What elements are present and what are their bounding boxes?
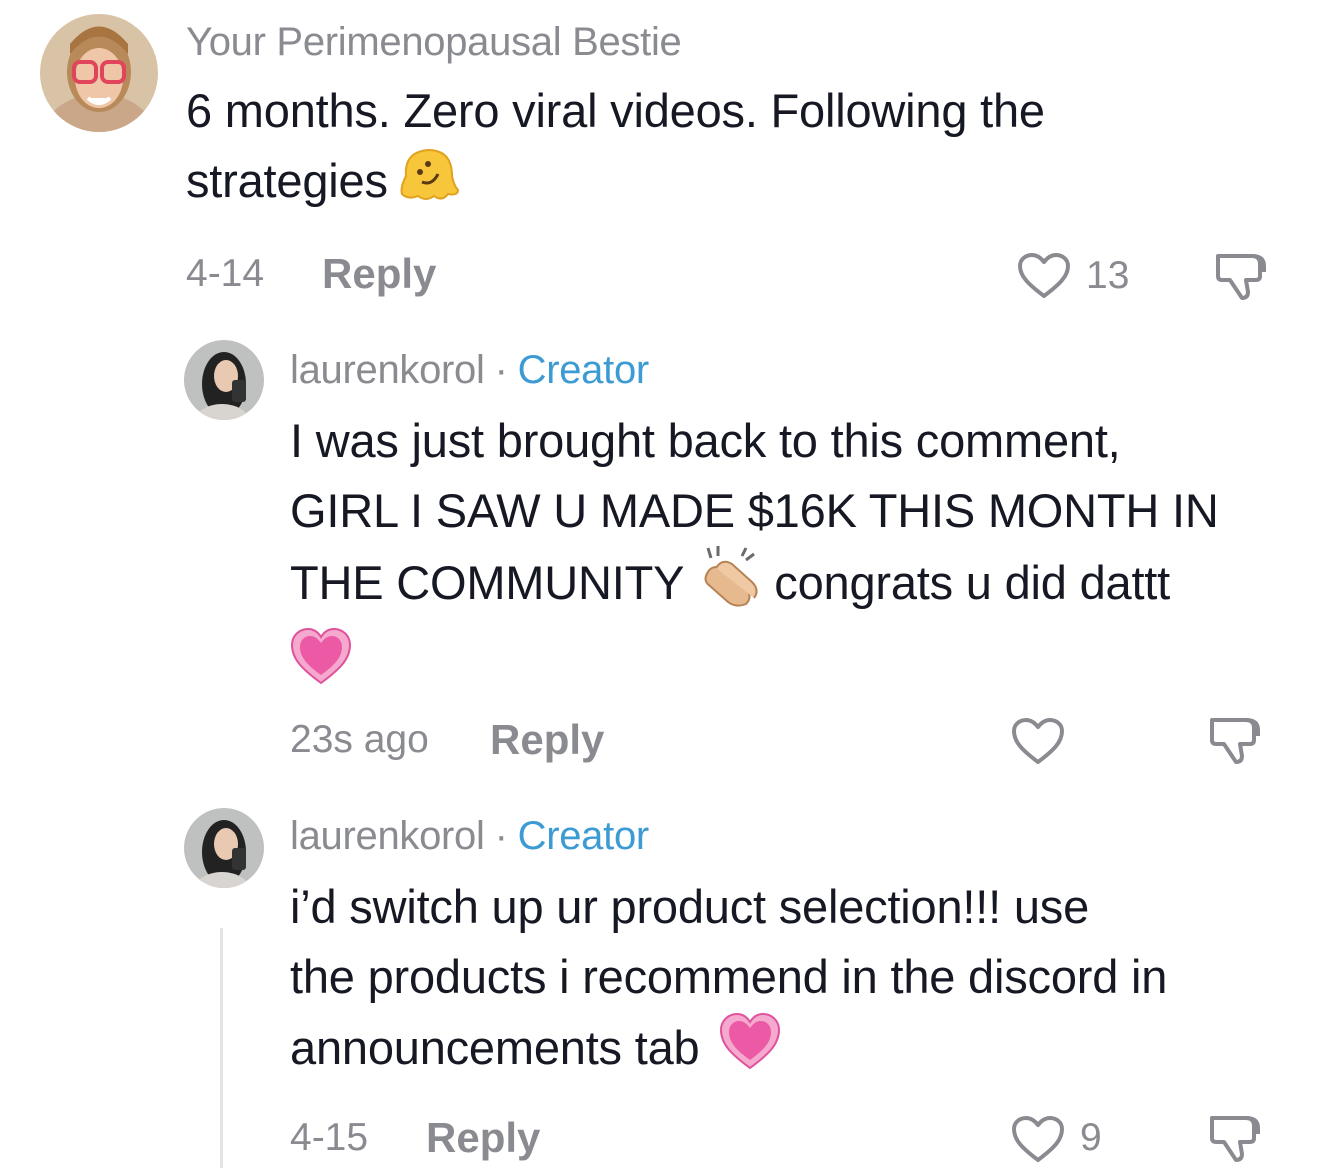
comment-date: 4-14 xyxy=(186,252,265,295)
comment-line: strategies xyxy=(186,154,388,207)
comment-date: 23s ago xyxy=(290,718,429,761)
comment-line: GIRL I SAW U MADE $16K THIS MONTH IN xyxy=(290,484,1219,537)
comment-author[interactable]: laurenkorol · Creator xyxy=(290,814,649,859)
creator-badge: Creator xyxy=(517,814,650,858)
comment-author[interactable]: laurenkorol · Creator xyxy=(290,348,649,393)
username-label[interactable]: Your Perimenopausal Bestie xyxy=(186,20,682,64)
avatar[interactable] xyxy=(184,340,264,420)
comment-date: 4-15 xyxy=(290,1116,369,1159)
growing-heart-emoji-icon xyxy=(719,1012,781,1091)
dislike-icon[interactable] xyxy=(1212,250,1270,307)
separator-dot: · xyxy=(494,348,508,392)
dislike-icon[interactable] xyxy=(1206,1112,1264,1169)
comment-text: i’d switch up ur product selection!!! us… xyxy=(290,872,1167,1091)
thread-line xyxy=(220,928,223,1168)
comment-line: the products i recommend in the discord … xyxy=(290,950,1168,1003)
heart-icon[interactable] xyxy=(1010,1114,1066,1169)
growing-heart-emoji-icon xyxy=(290,627,352,706)
like-count: 13 xyxy=(1086,254,1130,297)
separator-dot: · xyxy=(494,814,508,858)
comment-line-with-emoji: THE COMMUNITY congrats u did dattt xyxy=(290,546,1219,627)
melting-face-emoji-icon xyxy=(398,146,460,223)
comment-text: I was just brought back to this comment,… xyxy=(290,406,1219,697)
comment-line: I was just brought back to this comment, xyxy=(290,414,1121,467)
username-label[interactable]: laurenkorol xyxy=(290,348,485,392)
heart-icon[interactable] xyxy=(1016,252,1072,305)
comment-line-with-emoji: strategies xyxy=(186,146,1045,223)
avatar[interactable] xyxy=(184,808,264,888)
like-count: 9 xyxy=(1080,1116,1102,1159)
reply-button[interactable]: Reply xyxy=(490,716,604,764)
dislike-icon[interactable] xyxy=(1206,714,1264,771)
comment-line: 6 months. Zero viral videos. Following t… xyxy=(186,84,1045,137)
comment-line: THE COMMUNITY xyxy=(290,555,685,609)
comment-text: 6 months. Zero viral videos. Following t… xyxy=(186,76,1045,223)
username-label[interactable]: laurenkorol xyxy=(290,814,485,858)
avatar[interactable] xyxy=(40,14,158,132)
reply-button[interactable]: Reply xyxy=(322,250,436,298)
comment-line: announcements tab xyxy=(290,1020,700,1074)
comment-line: congrats u did dattt xyxy=(774,555,1171,609)
comment-line: i’d switch up ur product selection!!! us… xyxy=(290,880,1090,933)
comment-author[interactable]: Your Perimenopausal Bestie xyxy=(186,20,682,65)
reply-button[interactable]: Reply xyxy=(426,1114,540,1162)
creator-badge: Creator xyxy=(517,348,650,392)
clapping-hands-emoji-icon xyxy=(700,546,760,627)
comment-line-with-emoji xyxy=(290,627,1219,697)
comment-line-with-emoji: announcements tab xyxy=(290,1012,1167,1091)
heart-icon[interactable] xyxy=(1010,716,1066,771)
